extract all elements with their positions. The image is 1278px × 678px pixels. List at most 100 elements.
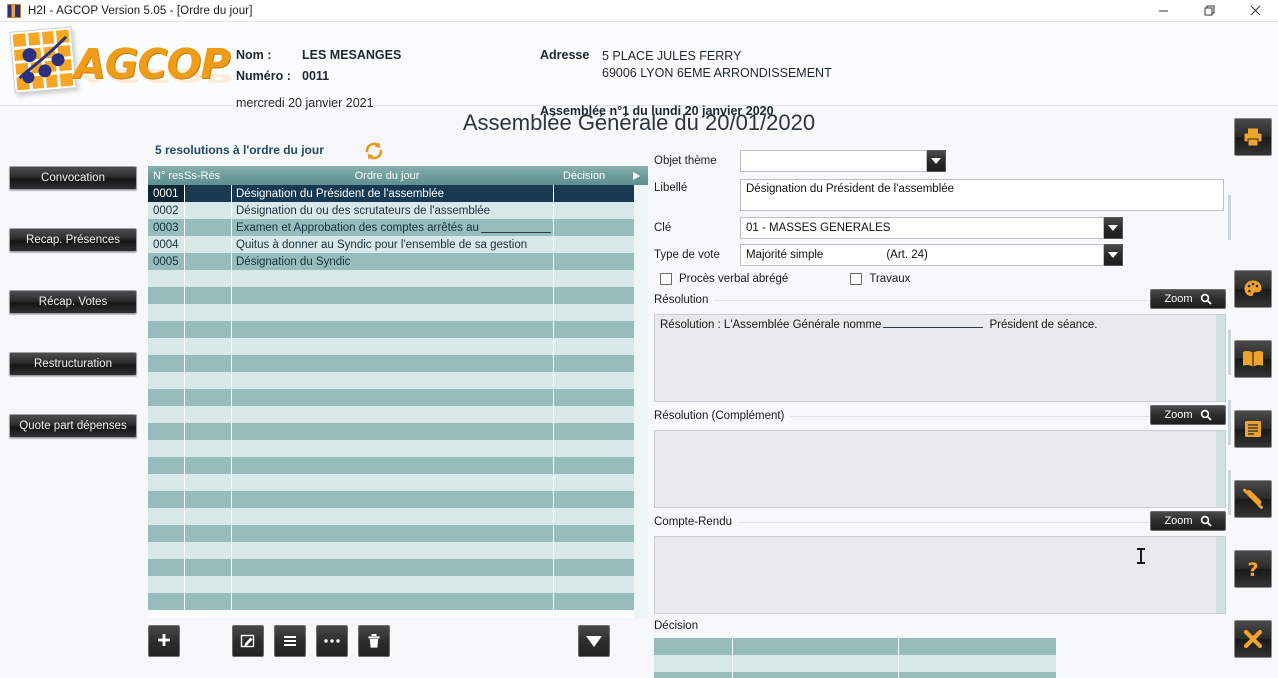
table-row-empty[interactable] — [148, 491, 648, 508]
page-title: Assemblée Générale du 20/01/2020 — [462, 110, 816, 135]
table-row-empty[interactable] — [148, 559, 648, 576]
print-icon[interactable] — [1234, 118, 1272, 156]
proces-verbal-abrege-checkbox[interactable] — [660, 273, 672, 285]
table-row-empty[interactable] — [148, 525, 648, 542]
close-app-icon[interactable] — [1234, 620, 1272, 658]
objet-theme-row: Objet thème — [654, 150, 1226, 172]
cell-numres: 0001 — [148, 185, 184, 202]
chevron-down-icon[interactable] — [927, 150, 946, 172]
table-row-empty[interactable] — [148, 542, 648, 559]
decision-row[interactable] — [654, 638, 1056, 655]
chevron-down-icon[interactable] — [1104, 244, 1123, 266]
rail-separator — [1228, 400, 1231, 445]
brand-logo: AGCOP AGCOP — [4, 24, 231, 106]
cell-decision — [554, 202, 634, 219]
app-tile-icon — [7, 3, 21, 18]
table-row-empty[interactable] — [148, 338, 648, 355]
cell-ordre: Quitus à donner au Syndic pour l'ensembl… — [232, 236, 553, 253]
objet-theme-input[interactable] — [740, 150, 927, 172]
libelle-row: Libellé Désignation du Président de l'as… — [654, 179, 1226, 211]
palette-icon[interactable] — [1234, 270, 1272, 308]
refresh-icon[interactable] — [363, 140, 385, 162]
resolution-text-b: Président de séance. — [989, 319, 1098, 331]
nav-recap-presences[interactable]: Recap. Présences — [9, 228, 137, 252]
col-expand-icon[interactable] — [624, 166, 648, 185]
resolution-scrollbar[interactable] — [1216, 315, 1225, 401]
table-row-empty[interactable] — [148, 576, 648, 593]
wrench-icon[interactable] — [1234, 480, 1272, 518]
minimize-icon[interactable] — [1140, 0, 1186, 22]
cell-ssres — [185, 202, 231, 219]
nav-restructuration[interactable]: Restructuration — [9, 352, 137, 376]
table-row-empty[interactable] — [148, 304, 648, 321]
table-row-empty[interactable] — [148, 389, 648, 406]
header-date: mercredi 20 janvier 2021 — [236, 96, 374, 110]
libelle-input[interactable]: Désignation du Président de l'assemblée — [740, 179, 1224, 211]
scroll-down-button[interactable] — [578, 625, 610, 657]
table-row-empty[interactable] — [148, 406, 648, 423]
table-row-empty[interactable] — [148, 372, 648, 389]
window-controls — [1140, 0, 1278, 22]
help-icon[interactable]: ? — [1234, 550, 1272, 588]
resolution-complement-scrollbar[interactable] — [1216, 431, 1225, 507]
table-row[interactable]: 0005 Désignation du Syndic — [148, 253, 648, 270]
magnifier-icon — [1200, 515, 1212, 527]
resolution-complement-section: Résolution (Complément) Zoom — [654, 405, 1226, 426]
resolution-complement-zoom-button[interactable]: Zoom — [1150, 405, 1226, 425]
add-button[interactable] — [148, 625, 180, 657]
table-scrollbar[interactable] — [634, 185, 648, 618]
cle-combo[interactable]: 01 - MASSES GENERALES — [740, 217, 1123, 239]
table-row-empty[interactable] — [148, 321, 648, 338]
zoom-label: Zoom — [1164, 409, 1193, 421]
numero-label: Numéro : — [236, 69, 291, 83]
cell-numres: 0003 — [148, 219, 184, 236]
resolution-section: Résolution Zoom — [654, 289, 1226, 310]
edit-button[interactable] — [232, 625, 264, 657]
table-row-empty[interactable] — [148, 593, 648, 610]
compte-rendu-scrollbar[interactable] — [1216, 537, 1225, 613]
delete-button[interactable] — [358, 625, 390, 657]
table-row-empty[interactable] — [148, 423, 648, 440]
document-icon[interactable] — [1234, 410, 1272, 448]
list-button[interactable] — [274, 625, 306, 657]
resolution-textarea[interactable]: Résolution : L'Assemblée Générale nomme P… — [654, 314, 1226, 402]
decision-row[interactable] — [654, 655, 1056, 672]
nav-convocation[interactable]: Convocation — [9, 166, 137, 190]
chevron-down-icon[interactable] — [1104, 217, 1123, 239]
table-row-empty[interactable] — [148, 457, 648, 474]
table-row[interactable]: 0001 Désignation du Président de l'assemb… — [148, 185, 648, 202]
travaux-checkbox[interactable] — [850, 273, 863, 285]
magnifier-icon — [1200, 409, 1212, 421]
table-row-empty[interactable] — [148, 270, 648, 287]
compte-rendu-zoom-button[interactable]: Zoom — [1150, 511, 1226, 531]
table-row[interactable]: 0003 Examen et Approbation des comptes ar… — [148, 219, 648, 236]
type-de-vote-article: (Art. 24) — [886, 249, 928, 261]
cell-ssres — [185, 236, 231, 253]
table-row-empty[interactable] — [148, 474, 648, 491]
table-row-empty[interactable] — [148, 355, 648, 372]
table-row-empty[interactable] — [148, 287, 648, 304]
cle-input[interactable]: 01 - MASSES GENERALES — [740, 217, 1104, 239]
table-row[interactable]: 0004 Quitus à donner au Syndic pour l'ens… — [148, 236, 648, 253]
resolution-zoom-button[interactable]: Zoom — [1150, 289, 1226, 309]
table-row-empty[interactable] — [148, 508, 648, 525]
resolutions-table[interactable]: N° res Ss-Rés Ordre du jour Décision 000… — [148, 166, 648, 618]
decision-row[interactable] — [654, 672, 1056, 678]
type-de-vote-combo[interactable]: Majorité simple (Art. 24) — [740, 244, 1123, 266]
nav-quote-part-depenses[interactable]: Quote part dépenses — [9, 414, 137, 438]
table-row[interactable]: 0002 Désignation du ou des scrutateurs de… — [148, 202, 648, 219]
more-button[interactable] — [316, 625, 348, 657]
resolution-complement-textarea[interactable] — [654, 430, 1226, 508]
restore-icon[interactable] — [1186, 0, 1232, 22]
compte-rendu-label: Compte-Rendu — [654, 516, 738, 528]
objet-theme-combo[interactable] — [740, 150, 946, 172]
adresse-line-1: 5 PLACE JULES FERRY — [602, 49, 742, 63]
header-identity: Nom : LES MESANGES Numéro : 0011 mercred… — [236, 48, 401, 110]
nav-recap-votes[interactable]: Récap. Votes — [9, 290, 137, 314]
table-row-empty[interactable] — [148, 440, 648, 457]
brand-wordmark: AGCOP — [74, 40, 230, 88]
cell-ordre: Désignation du ou des scrutateurs de l'a… — [232, 202, 553, 219]
book-icon[interactable] — [1234, 340, 1272, 378]
decision-table[interactable] — [654, 638, 1056, 678]
close-icon[interactable] — [1232, 0, 1278, 22]
